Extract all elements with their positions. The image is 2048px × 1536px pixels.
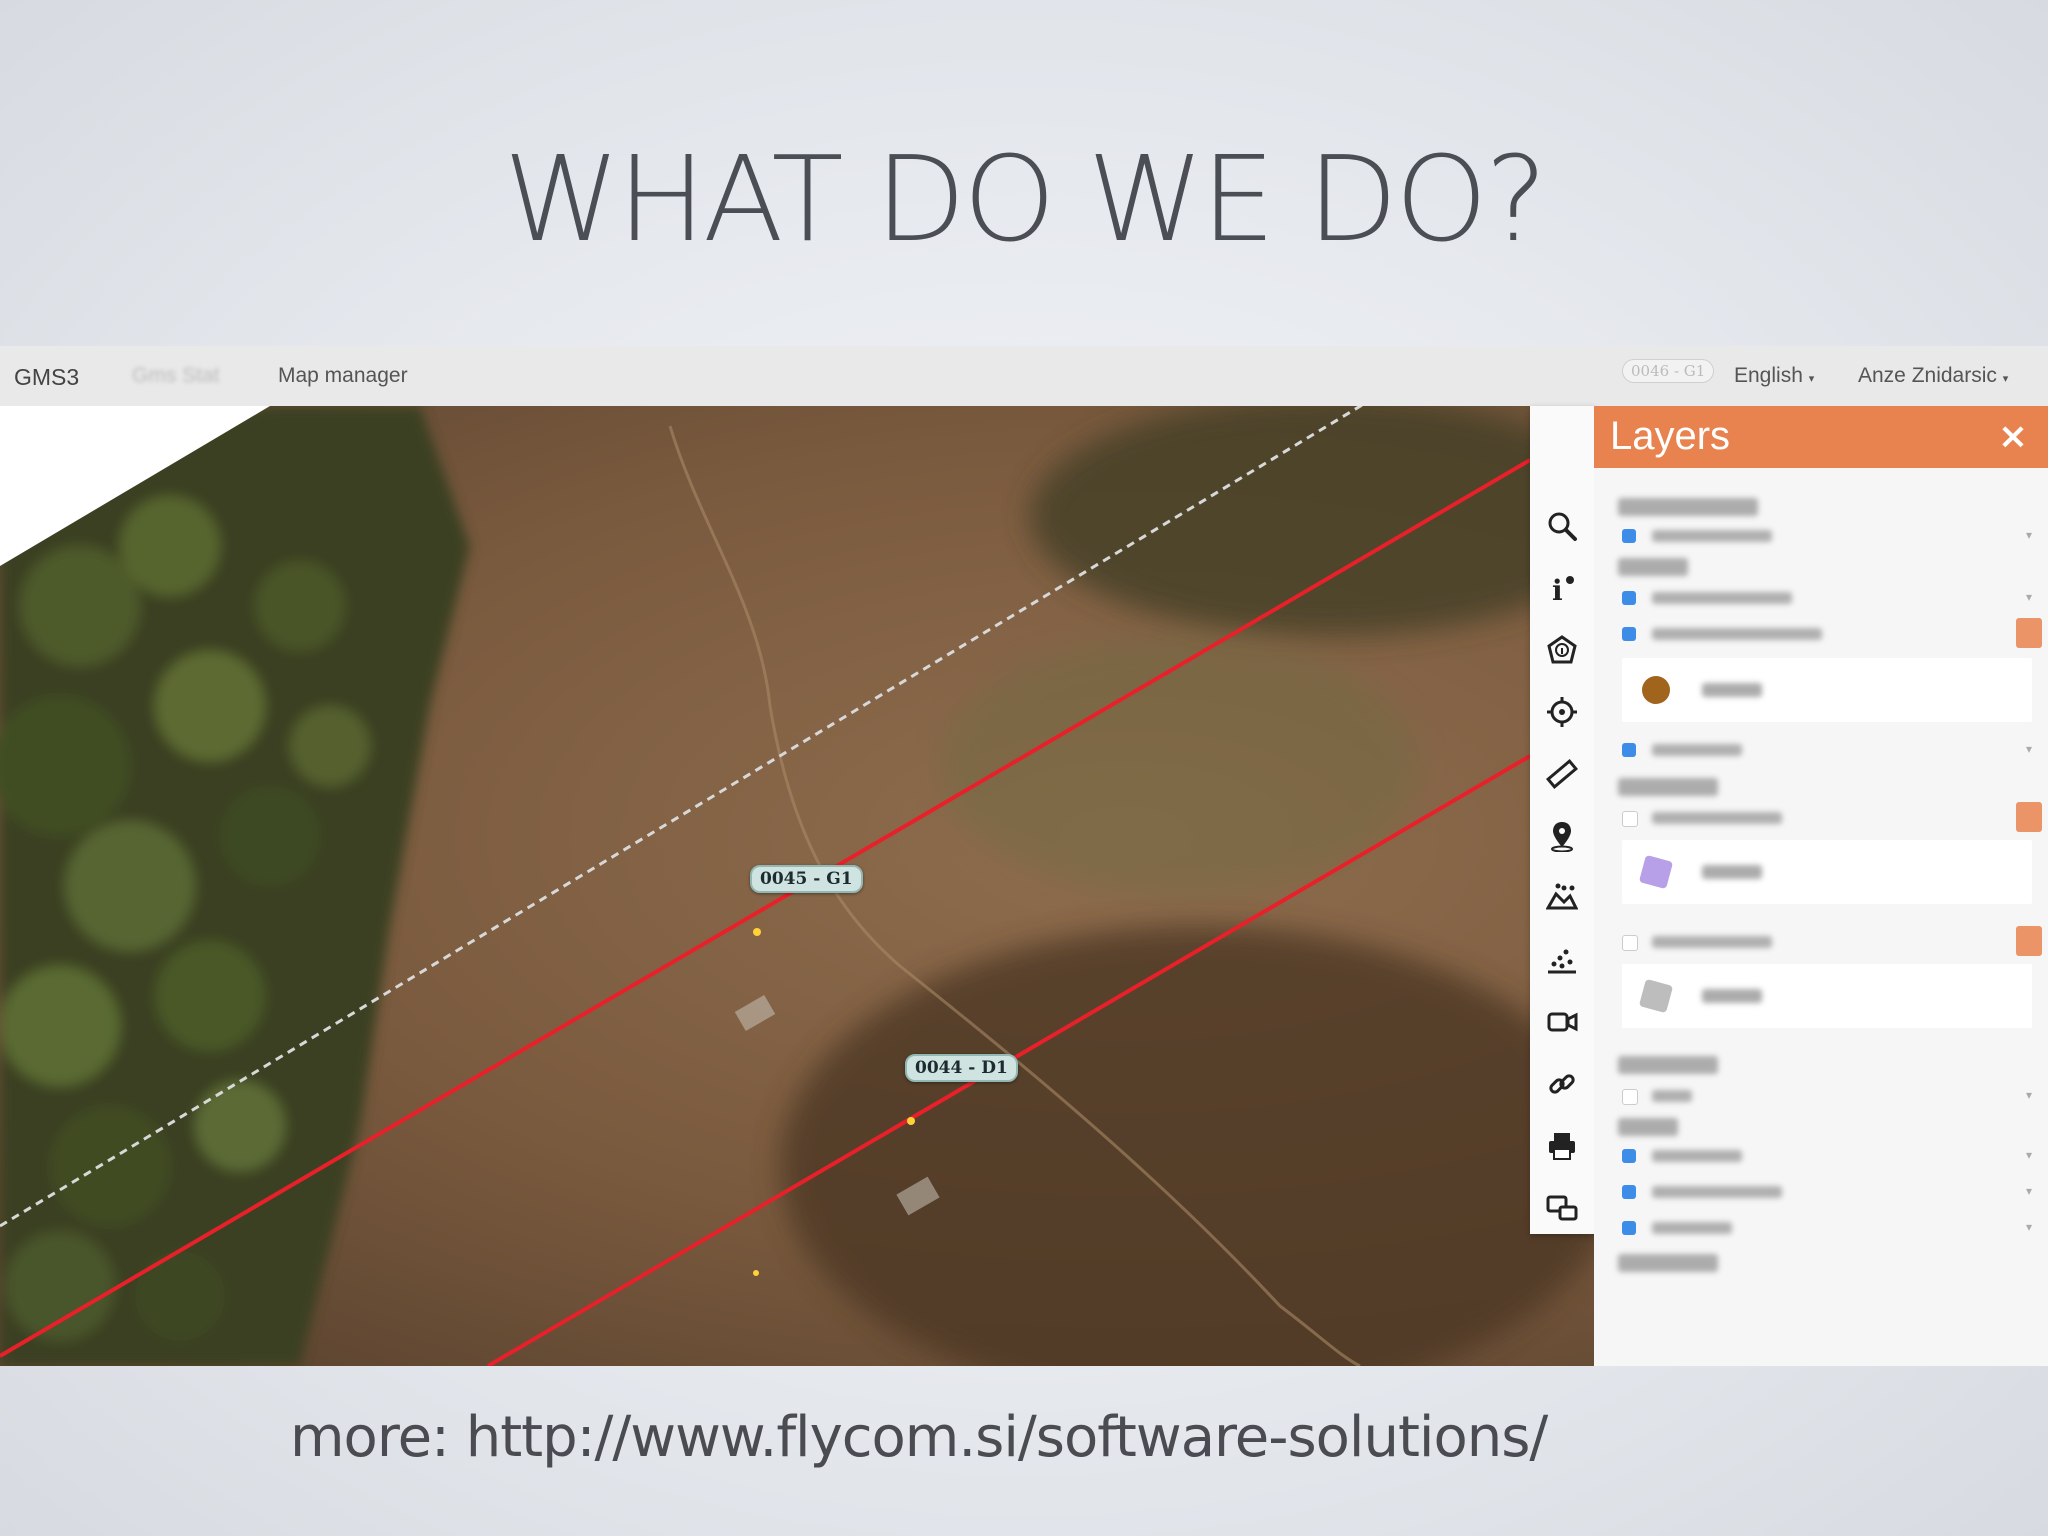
grass-patch (940, 636, 1420, 896)
video-icon[interactable] (1546, 1006, 1578, 1038)
layer-checkbox[interactable] (1622, 1221, 1636, 1235)
group-towers (1618, 558, 1688, 576)
tower-0045-point[interactable] (753, 928, 761, 936)
layer-checkbox[interactable] (1622, 811, 1638, 827)
gms3-screenshot: GMS3 Gms Stat Map manager 0046 - G1 Engl… (0, 346, 2048, 1366)
layer-name (1652, 1150, 1742, 1162)
layers-title: Layers (1610, 414, 1731, 458)
layer-checkbox[interactable] (1622, 1149, 1636, 1163)
layer-row[interactable]: ▾ (1622, 1216, 2032, 1242)
layer-name (1652, 1222, 1732, 1234)
slide-footer-link[interactable]: more: http://www.flycom.si/software-solu… (290, 1405, 1548, 1470)
tower-0044-point[interactable] (907, 1117, 915, 1125)
legend-default-label (1702, 683, 1762, 697)
layer-name (1652, 1186, 1782, 1198)
brand-logo[interactable]: GMS3 (14, 364, 79, 391)
chevron-down-icon[interactable]: ▾ (2026, 590, 2032, 604)
layer-name (1652, 812, 1782, 824)
language-label: English (1734, 364, 1803, 387)
measure-ruler-icon[interactable] (1545, 758, 1579, 790)
layer-row[interactable]: ▾ (1622, 586, 2032, 612)
search-icon[interactable] (1546, 510, 1578, 542)
chevron-down-icon[interactable]: ▾ (2026, 1220, 2032, 1234)
chevron-down-icon[interactable]: ▾ (2026, 528, 2032, 542)
menu-dropdown[interactable]: Gms Stat (132, 364, 220, 388)
layer-name (1652, 530, 1772, 542)
legend-default-label (1702, 989, 1762, 1003)
locate-icon[interactable] (1546, 696, 1578, 728)
chevron-down-icon[interactable]: ▾ (2026, 1088, 2032, 1102)
layer-checkbox[interactable] (1622, 935, 1638, 951)
group-lidar-data (1618, 1056, 1718, 1074)
layer-name (1652, 744, 1742, 756)
style-toggle[interactable] (2016, 926, 2042, 956)
print-icon[interactable] (1546, 1130, 1578, 1162)
tower-symbol (1642, 676, 1670, 704)
group-spans (1618, 1118, 1678, 1136)
style-toggle[interactable] (2016, 802, 2042, 832)
layer-row[interactable] (1622, 618, 2042, 648)
language-dropdown[interactable]: English ▾ (1734, 364, 1814, 388)
place-marker-icon[interactable] (1546, 820, 1578, 853)
legend-default-label (1702, 865, 1762, 879)
layer-name (1652, 1090, 1692, 1102)
legend-entry (1622, 658, 2032, 722)
vegetation-symbol (1638, 854, 1674, 890)
layer-checkbox[interactable] (1622, 529, 1636, 543)
layer-checkbox[interactable] (1622, 591, 1636, 605)
info-icon[interactable]: i (1546, 572, 1578, 607)
map-manager-link[interactable]: Map manager (278, 364, 408, 388)
scatter-points-icon[interactable] (1546, 944, 1578, 976)
chevron-down-icon[interactable]: ▾ (2026, 742, 2032, 756)
legend-entry (1622, 964, 2032, 1028)
layer-row[interactable] (1622, 926, 2042, 956)
layers-panel: Layers × ▾ ▾ ▾ ▾ ▾ ▾ ▾ (1594, 406, 2048, 1366)
layer-checkbox[interactable] (1622, 1185, 1636, 1199)
top-navbar: GMS3 Gms Stat Map manager 0046 - G1 Engl… (0, 346, 2048, 407)
chevron-down-icon[interactable]: ▾ (2026, 1184, 2032, 1198)
layer-name (1652, 936, 1772, 948)
compare-icon[interactable] (1546, 1192, 1578, 1224)
vegetation-icon[interactable] (1545, 882, 1579, 914)
style-toggle[interactable] (2016, 618, 2042, 648)
legend-entry (1622, 840, 2032, 904)
feature-info-icon[interactable] (1546, 634, 1578, 666)
group-vegetation (1618, 778, 1718, 796)
layer-checkbox[interactable] (1622, 743, 1636, 757)
user-menu[interactable]: Anze Znidarsic ▾ (1858, 364, 2008, 388)
chevron-down-icon[interactable]: ▾ (2026, 1148, 2032, 1162)
tower-label-0045-g1[interactable]: 0045 - G1 (750, 865, 863, 893)
chevron-down-icon: ▾ (2002, 373, 2009, 385)
layer-row[interactable]: ▾ (1622, 738, 2032, 764)
layer-name (1652, 592, 1792, 604)
map-toolbar: i (1530, 406, 1595, 1234)
svg-text:i: i (1552, 574, 1563, 604)
vegetation-symbol (1638, 978, 1674, 1014)
slide-title: WHAT DO WE DO? (503, 130, 1548, 268)
user-name: Anze Znidarsic (1858, 364, 1997, 387)
layer-row[interactable] (1622, 802, 2042, 832)
chevron-down-icon: ▾ (1808, 373, 1815, 385)
tower-0045-marker[interactable] (753, 1270, 759, 1276)
selected-tower-chip[interactable]: 0046 - G1 (1622, 359, 1715, 383)
tower-label-0044-d1[interactable]: 0044 - D1 (905, 1054, 1018, 1082)
close-icon[interactable]: × (1998, 416, 2028, 457)
layers-header: Layers × (1594, 406, 2048, 468)
layer-checkbox[interactable] (1622, 1089, 1638, 1105)
layer-row[interactable]: ▾ (1622, 1144, 2032, 1170)
group-video-beat (1618, 1254, 1718, 1272)
layer-name (1652, 628, 1822, 640)
layer-row[interactable]: ▾ (1622, 1084, 2032, 1110)
link-icon[interactable] (1546, 1068, 1578, 1100)
layer-checkbox[interactable] (1622, 627, 1636, 641)
layer-row[interactable]: ▾ (1622, 524, 2032, 550)
group-world-borders (1618, 498, 1758, 516)
layer-row[interactable]: ▾ (1622, 1180, 2032, 1206)
